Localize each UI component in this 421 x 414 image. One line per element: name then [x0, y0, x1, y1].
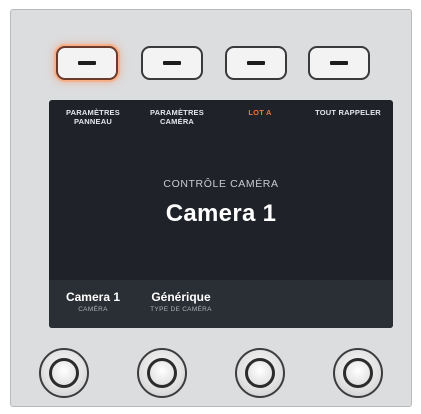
control-panel: PARAMÈTRES PANNEAU PARAMÈTRES CAMÉRA LOT… [10, 9, 412, 407]
mode-title: CONTRÔLE CAMÉRA [163, 178, 279, 190]
tab-panel-settings[interactable]: PARAMÈTRES PANNEAU [53, 108, 133, 126]
softkey-2-button[interactable] [141, 46, 203, 80]
camera-type-param-label: TYPE DE CAMÉRA [150, 306, 212, 313]
tab-label-line2: CAMÉRA [159, 117, 195, 126]
led-indicator [330, 61, 348, 65]
knob-ring [245, 358, 275, 388]
knob-4[interactable] [333, 348, 383, 398]
softkey-3-button[interactable] [225, 46, 287, 80]
tab-camera-settings[interactable]: PARAMÈTRES CAMÉRA [137, 108, 217, 126]
led-indicator [247, 61, 265, 65]
knob-ring [49, 358, 79, 388]
softkey-1-button[interactable] [56, 46, 118, 80]
knob-2[interactable] [137, 348, 187, 398]
knob-ring [343, 358, 373, 388]
softkey-4-button[interactable] [308, 46, 370, 80]
lcd-screen: PARAMÈTRES PANNEAU PARAMÈTRES CAMÉRA LOT… [49, 100, 393, 328]
knob-1[interactable] [39, 348, 89, 398]
camera-param-label: CAMÉRA [78, 306, 108, 313]
camera-param-value: Camera 1 [65, 290, 121, 304]
camera-type-param-value: Générique [151, 290, 211, 304]
led-indicator [78, 61, 96, 65]
tab-bank-a[interactable]: LOT A [225, 108, 295, 117]
tab-label-line1: LOT A [248, 108, 272, 117]
tab-label-line2: PANNEAU [74, 117, 112, 126]
led-indicator [163, 61, 181, 65]
tab-label-line1: PARAMÈTRES [150, 108, 204, 117]
camera-type-param[interactable]: Générique TYPE DE CAMÉRA [137, 290, 225, 313]
tab-recall-all[interactable]: TOUT RAPPELER [307, 108, 389, 117]
knob-3[interactable] [235, 348, 285, 398]
knob-ring [147, 358, 177, 388]
selected-camera-label: Camera 1 [165, 200, 277, 227]
camera-param[interactable]: Camera 1 CAMÉRA [57, 290, 129, 313]
parameter-bar: Camera 1 CAMÉRA Générique TYPE DE CAMÉRA [49, 280, 393, 328]
tab-label-line1: PARAMÈTRES [66, 108, 120, 117]
tab-label-line1: TOUT RAPPELER [315, 108, 381, 117]
